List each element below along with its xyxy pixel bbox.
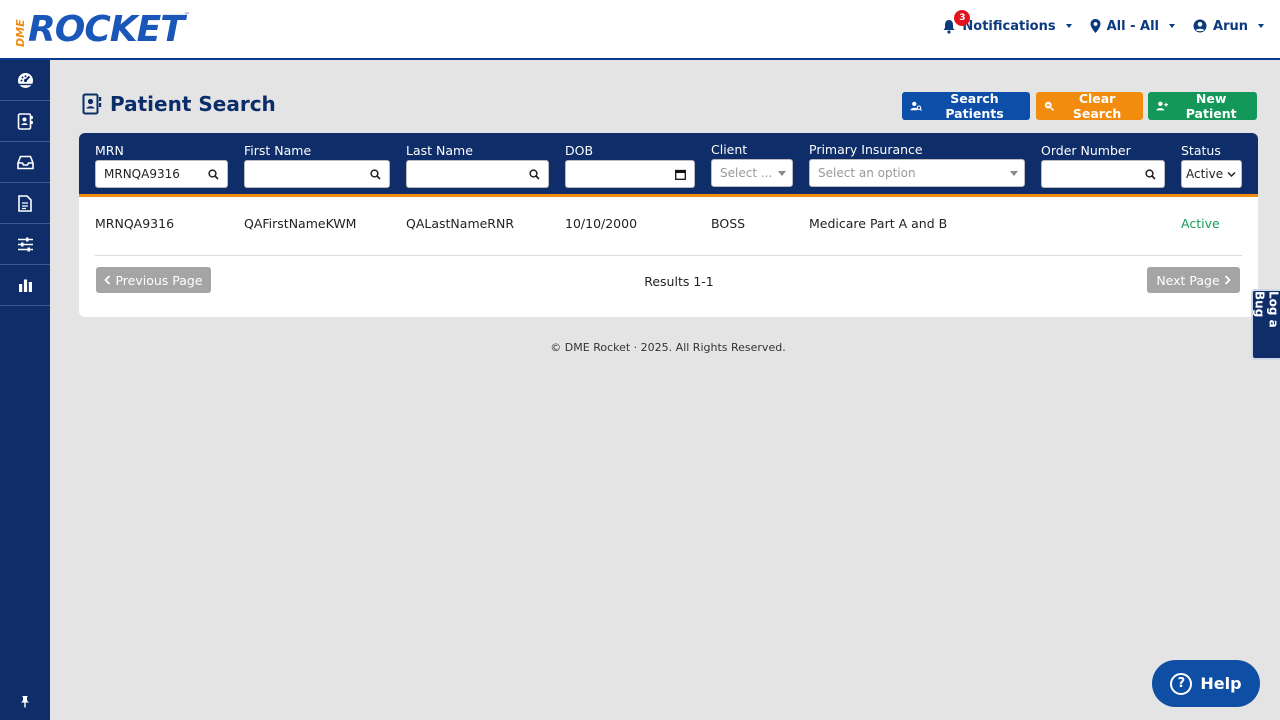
mrn-label: MRN bbox=[95, 143, 124, 158]
next-page-label: Next Page bbox=[1156, 272, 1220, 288]
new-patient-label: New Patient bbox=[1185, 91, 1237, 121]
next-page-button[interactable]: Next Page bbox=[1147, 267, 1240, 293]
logo-wordmark: ROCKET bbox=[28, 9, 185, 50]
search-patients-label: Search Patients bbox=[945, 91, 1004, 121]
log-a-bug-label: Log a Bug bbox=[1252, 291, 1280, 328]
page-title-group: Patient Search bbox=[82, 92, 276, 116]
clear-search-button[interactable]: Clear Search bbox=[1036, 91, 1143, 121]
location-dropdown[interactable]: All - All bbox=[1090, 18, 1176, 34]
mrn-input[interactable]: MRNQA9316 bbox=[95, 160, 228, 188]
chevron-down-icon bbox=[1065, 24, 1072, 28]
pin-sidebar-button[interactable] bbox=[0, 695, 50, 708]
search-icon bbox=[1145, 169, 1156, 180]
dashboard-icon bbox=[17, 72, 33, 88]
cell-client: BOSS bbox=[711, 216, 746, 231]
status-select[interactable]: Active bbox=[1181, 160, 1242, 188]
chevron-down-icon bbox=[1010, 171, 1018, 176]
sidebar bbox=[0, 60, 50, 720]
search-icon bbox=[208, 169, 219, 180]
sidebar-item-dashboard[interactable] bbox=[0, 60, 50, 101]
primary-insurance-label: Primary Insurance bbox=[809, 142, 923, 157]
order-number-label: Order Number bbox=[1041, 143, 1131, 158]
client-select[interactable]: Select ... bbox=[711, 159, 793, 187]
sidebar-item-settings[interactable] bbox=[0, 224, 50, 265]
inbox-icon bbox=[16, 155, 34, 169]
user-menu-dropdown[interactable]: Arun bbox=[1193, 19, 1264, 34]
last-name-label: Last Name bbox=[406, 143, 473, 158]
log-a-bug-tab[interactable]: Log a Bug bbox=[1251, 289, 1280, 360]
cell-last-name[interactable]: QALastNameRNR bbox=[406, 216, 514, 231]
cell-dob: 10/10/2000 bbox=[565, 216, 638, 231]
status-label: Status bbox=[1181, 143, 1221, 158]
divider bbox=[95, 255, 1242, 256]
user-circle-icon bbox=[1193, 19, 1207, 33]
search-minus-icon bbox=[1044, 101, 1055, 111]
patient-search-card: MRN MRNQA9316 First Name Last Name DOB C… bbox=[79, 133, 1258, 317]
first-name-input[interactable] bbox=[244, 160, 390, 188]
patient-card-icon bbox=[17, 112, 33, 130]
search-patients-button[interactable]: Search Patients bbox=[902, 91, 1030, 121]
sidebar-item-patients[interactable] bbox=[0, 101, 50, 142]
dob-date-input[interactable] bbox=[565, 160, 695, 188]
chevron-down-icon bbox=[1227, 171, 1236, 178]
location-label: All - All bbox=[1106, 18, 1160, 34]
cell-status: Active bbox=[1181, 216, 1220, 231]
primary-insurance-select[interactable]: Select an option bbox=[809, 159, 1025, 187]
search-icon bbox=[370, 169, 381, 180]
notifications-dropdown[interactable]: 3 Notifications bbox=[942, 9, 1072, 34]
sidebar-item-reports[interactable] bbox=[0, 265, 50, 306]
dob-label: DOB bbox=[565, 143, 594, 158]
last-name-input[interactable] bbox=[406, 160, 549, 188]
cell-mrn[interactable]: MRNQA9316 bbox=[95, 216, 174, 231]
notifications-label: Notifications bbox=[962, 18, 1056, 34]
user-name: Arun bbox=[1213, 18, 1248, 34]
client-placeholder: Select ... bbox=[720, 166, 773, 180]
results-summary: Results 1-1 bbox=[644, 274, 714, 289]
help-button[interactable]: ? Help bbox=[1152, 660, 1260, 707]
bar-chart-icon bbox=[18, 279, 32, 292]
user-search-icon bbox=[910, 101, 922, 111]
document-icon bbox=[18, 194, 32, 212]
cell-first-name[interactable]: QAFirstNameKWM bbox=[244, 216, 356, 231]
calendar-icon bbox=[675, 169, 686, 180]
clear-search-label: Clear Search bbox=[1072, 91, 1122, 121]
logo-trademark: ™ bbox=[183, 12, 190, 19]
page-title: Patient Search bbox=[110, 92, 276, 116]
nav-right: 3 Notifications All - All Arun bbox=[942, 0, 1264, 52]
question-circle-icon: ? bbox=[1170, 672, 1193, 695]
footer-copyright: © DME Rocket · 2025. All Rights Reserved… bbox=[550, 341, 786, 354]
chevron-right-icon bbox=[1224, 275, 1231, 285]
dme-rocket-logo[interactable]: DME ROCKET ™ bbox=[14, 9, 190, 50]
sidebar-item-inbox[interactable] bbox=[0, 142, 50, 183]
logo-prefix: DME bbox=[14, 19, 27, 47]
chevron-down-icon bbox=[1169, 24, 1176, 28]
status-value: Active bbox=[1186, 167, 1224, 181]
notification-count-badge: 3 bbox=[954, 9, 971, 26]
search-icon bbox=[529, 169, 540, 180]
help-label: Help bbox=[1200, 674, 1242, 693]
patient-card-icon bbox=[82, 93, 102, 115]
user-plus-icon bbox=[1156, 101, 1168, 111]
mrn-value: MRNQA9316 bbox=[104, 167, 180, 181]
top-navbar: DME ROCKET ™ 3 Notifications All - All A… bbox=[0, 0, 1280, 60]
chevron-down-icon bbox=[778, 171, 786, 176]
sidebar-item-documents[interactable] bbox=[0, 183, 50, 224]
first-name-label: First Name bbox=[244, 143, 312, 158]
primary-insurance-placeholder: Select an option bbox=[818, 166, 916, 180]
order-number-input[interactable] bbox=[1041, 160, 1165, 188]
map-pin-icon bbox=[1090, 19, 1101, 33]
filter-header: MRN MRNQA9316 First Name Last Name DOB C… bbox=[79, 133, 1258, 197]
sliders-icon bbox=[17, 237, 33, 251]
client-label: Client bbox=[711, 142, 748, 157]
pin-icon bbox=[21, 696, 29, 708]
cell-primary-insurance: Medicare Part A and B bbox=[809, 216, 948, 231]
chevron-down-icon bbox=[1258, 24, 1264, 28]
new-patient-button[interactable]: New Patient bbox=[1148, 91, 1257, 121]
